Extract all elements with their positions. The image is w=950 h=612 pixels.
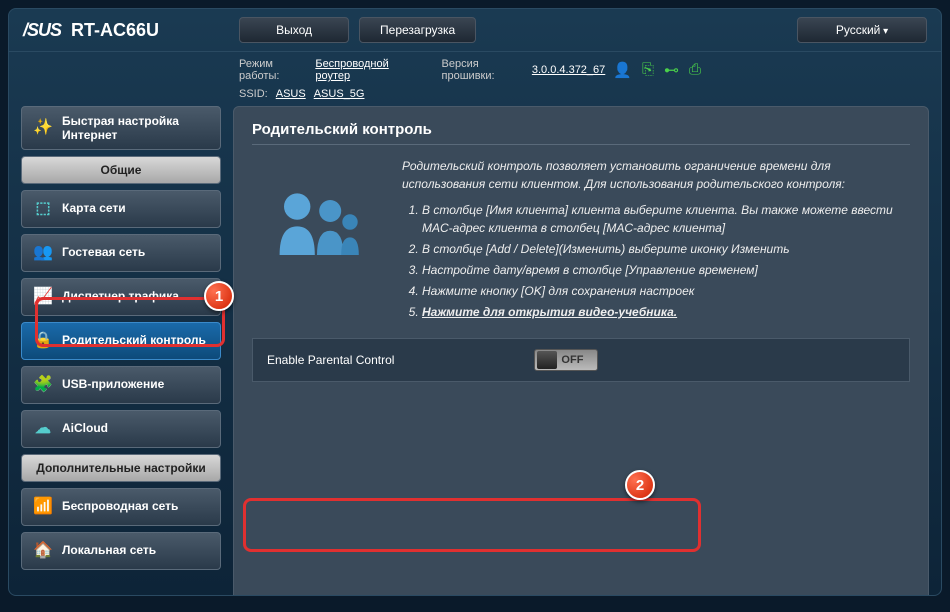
ssid-row: SSID: ASUS ASUS_5G — [9, 88, 941, 106]
home-icon: 🏠 — [32, 540, 54, 562]
ssid2-link[interactable]: ASUS_5G — [314, 88, 365, 100]
enable-row: Enable Parental Control OFF — [252, 338, 910, 382]
lock-icon: 🔒 — [32, 330, 54, 352]
sidebar: ✨ Быстрая настройка Интернет Общие ⬚ Кар… — [21, 106, 221, 596]
step: В столбце [Имя клиента] клиента выберите… — [422, 201, 910, 237]
mode-value-link[interactable]: Беспроводной роутер — [315, 58, 413, 82]
body: ✨ Быстрая настройка Интернет Общие ⬚ Кар… — [9, 106, 941, 596]
step: Нажмите кнопку [OK] для сохранения настр… — [422, 282, 910, 300]
sidebar-item-network-map[interactable]: ⬚ Карта сети — [21, 190, 221, 228]
mode-label: Режим работы: — [239, 58, 307, 82]
cloud-icon: ☁ — [32, 418, 54, 440]
sidebar-item-label: Локальная сеть — [62, 544, 156, 557]
sidebar-item-label: Карта сети — [62, 202, 126, 215]
sidebar-item-label: Беспроводная сеть — [62, 500, 178, 513]
puzzle-icon: 🧩 — [32, 374, 54, 396]
step-video: Нажмите для открытия видео-учебника. — [422, 303, 910, 321]
description-text: Родительский контроль позволяет установи… — [402, 157, 910, 324]
qis-button[interactable]: ✨ Быстрая настройка Интернет — [21, 106, 221, 150]
client-icon[interactable]: 👤 — [613, 61, 632, 79]
model-name: RT-AC66U — [71, 20, 159, 41]
logout-button[interactable]: Выход — [239, 17, 349, 43]
sidebar-item-label: Гостевая сеть — [62, 246, 145, 259]
wand-icon: ✨ — [32, 117, 54, 139]
section-advanced: Дополнительные настройки — [21, 454, 221, 482]
printer-icon[interactable]: ⎙ — [689, 61, 701, 79]
sidebar-item-aicloud[interactable]: ☁ AiCloud — [21, 410, 221, 448]
sidebar-item-label: Диспетчер трафика — [62, 290, 179, 303]
top-bar: /SUS RT-AC66U Выход Перезагрузка Русский — [9, 9, 941, 52]
page-title: Родительский контроль — [252, 121, 910, 145]
steps-list: В столбце [Имя клиента] клиента выберите… — [402, 201, 910, 321]
status-row: Режим работы: Беспроводной роутер Версия… — [9, 52, 941, 88]
content-panel: Родительский контроль Родительский контр… — [233, 106, 929, 596]
intro-text: Родительский контроль позволяет установи… — [402, 157, 910, 193]
sidebar-item-traffic[interactable]: 📈 Диспетчер трафика — [21, 278, 221, 316]
fw-label: Версия прошивки: — [442, 58, 524, 82]
sidebar-item-usb[interactable]: 🧩 USB-приложение — [21, 366, 221, 404]
usb-icon[interactable]: ⊷ — [664, 61, 679, 79]
step: В столбце [Add / Delete](Изменить) выбер… — [422, 240, 910, 258]
description: Родительский контроль позволяет установи… — [252, 157, 910, 324]
family-icon — [252, 157, 382, 287]
status-icons: 👤 ⎘ ⊷ ⎙ — [613, 61, 711, 79]
sidebar-item-guest[interactable]: 👥 Гостевая сеть — [21, 234, 221, 272]
toggle-state: OFF — [561, 354, 583, 366]
qis-label: Быстрая настройка Интернет — [62, 114, 210, 143]
reboot-button[interactable]: Перезагрузка — [359, 17, 476, 43]
ssid-label: SSID: — [239, 88, 268, 100]
guest-icon: 👥 — [32, 242, 54, 264]
sidebar-item-label: Родительский контроль — [62, 334, 206, 347]
video-tutorial-link[interactable]: Нажмите для открытия видео-учебника. — [422, 305, 677, 319]
app-frame: /SUS RT-AC66U Выход Перезагрузка Русский… — [8, 8, 942, 596]
parental-toggle[interactable]: OFF — [534, 349, 598, 371]
toggle-knob — [537, 351, 557, 369]
sidebar-item-wireless[interactable]: 📶 Беспроводная сеть — [21, 488, 221, 526]
sidebar-item-label: USB-приложение — [62, 378, 164, 391]
section-general: Общие — [21, 156, 221, 184]
traffic-icon: 📈 — [32, 286, 54, 308]
wan-icon[interactable]: ⎘ — [642, 61, 654, 79]
sidebar-item-lan[interactable]: 🏠 Локальная сеть — [21, 532, 221, 570]
fw-value-link[interactable]: 3.0.0.4.372_67 — [532, 64, 605, 76]
brand-logo: /SUS — [23, 20, 61, 41]
wifi-icon: 📶 — [32, 496, 54, 518]
ssid1-link[interactable]: ASUS — [276, 88, 306, 100]
network-icon: ⬚ — [32, 198, 54, 220]
sidebar-item-label: AiCloud — [62, 422, 108, 435]
step: Настройте дату/время в столбце [Управлен… — [422, 261, 910, 279]
sidebar-item-parental[interactable]: 🔒 Родительский контроль — [21, 322, 221, 360]
language-selector[interactable]: Русский — [797, 17, 927, 43]
toggle-label: Enable Parental Control — [267, 353, 394, 367]
